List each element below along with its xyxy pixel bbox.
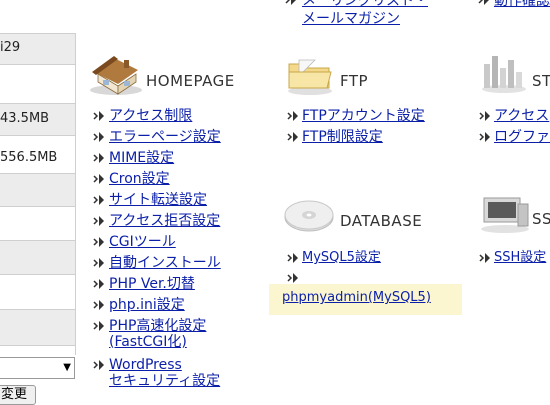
mail-list-link[interactable]: メーリングリスト・: [302, 0, 428, 9]
bullet-icon: [93, 320, 105, 332]
ftp-account-link[interactable]: FTPアカウント設定: [302, 108, 425, 124]
access-deny-link[interactable]: アクセス拒否設定: [109, 213, 220, 229]
bullet-icon: [287, 272, 299, 284]
access-stats-link[interactable]: アクセス: [494, 108, 549, 124]
php-version-link[interactable]: PHP Ver.切替: [109, 276, 195, 292]
homepage-section-title: HOMEPAGE: [146, 72, 235, 90]
monitor-icon: [478, 190, 532, 238]
panel-row: [0, 206, 75, 241]
database-section-title: DATABASE: [340, 212, 423, 230]
bullet-icon: [93, 236, 105, 248]
php-fastcgi-link-2[interactable]: (FastCGI化): [109, 334, 187, 350]
panel-value: 556.5MB: [0, 150, 58, 165]
ftp-restrict-link[interactable]: FTP制限設定: [302, 129, 383, 145]
bullet-icon: [478, 0, 490, 6]
php-fastcgi-link[interactable]: PHP高速化設定: [109, 318, 206, 334]
bullet-icon: [287, 110, 299, 122]
bullet-icon: [93, 359, 105, 371]
site-forward-link[interactable]: サイト転送設定: [109, 192, 207, 208]
bullet-icon: [287, 252, 299, 264]
ssh-settings-link[interactable]: SSH設定: [494, 250, 546, 266]
panel-border: [75, 33, 76, 355]
php-ini-link[interactable]: php.ini設定: [109, 297, 185, 313]
access-restrict-link[interactable]: アクセス制限: [109, 108, 192, 124]
bullet-icon: [287, 131, 299, 143]
operation-check-link[interactable]: 動作確認: [494, 0, 550, 9]
bullet-icon: [93, 152, 105, 164]
bullet-icon: [285, 0, 297, 6]
database-disc-icon: [283, 195, 335, 239]
bullet-icon: [479, 110, 491, 122]
phpmyadmin-link[interactable]: phpmyadmin(MySQL5): [282, 290, 431, 306]
stats-section-title: ST: [532, 72, 550, 90]
panel-row: [0, 274, 75, 310]
mime-link[interactable]: MIME設定: [109, 150, 174, 166]
server-select[interactable]: ▼: [0, 357, 75, 379]
panel-value: 43.5MB: [0, 111, 50, 126]
ftp-section-title: FTP: [340, 72, 369, 90]
panel-row: [0, 64, 75, 104]
folder-icon: [285, 50, 335, 100]
bar-chart-icon: [480, 50, 528, 98]
wordpress-security-link[interactable]: WordPress: [109, 357, 182, 373]
error-page-link[interactable]: エラーページ設定: [109, 129, 221, 145]
bullet-icon: [479, 131, 491, 143]
wordpress-security-link-2[interactable]: セキュリティ設定: [109, 373, 220, 389]
auto-install-link[interactable]: 自動インストール: [109, 255, 221, 271]
bullet-icon: [93, 173, 105, 185]
bullet-icon: [479, 252, 491, 264]
panel-row: [0, 240, 75, 275]
cgi-tools-link[interactable]: CGIツール: [109, 234, 176, 250]
panel-value: i29: [0, 40, 21, 55]
bullet-icon: [93, 194, 105, 206]
bullet-icon: [93, 110, 105, 122]
panel-row: [0, 309, 75, 346]
panel-row: [0, 345, 75, 347]
change-button[interactable]: 変更: [0, 385, 36, 405]
chevron-down-icon: ▼: [63, 362, 71, 373]
log-file-link[interactable]: ログファ: [494, 129, 550, 145]
bullet-icon: [93, 131, 105, 143]
bullet-icon: [93, 215, 105, 227]
bullet-icon: [93, 278, 105, 290]
cron-link[interactable]: Cron設定: [109, 171, 170, 187]
house-icon: [88, 50, 144, 100]
mysql5-settings-link[interactable]: MySQL5設定: [302, 250, 381, 266]
panel-row: [0, 173, 75, 207]
bullet-icon: [93, 299, 105, 311]
bullet-icon: [93, 257, 105, 269]
mail-magazine-link[interactable]: メールマガジン: [302, 11, 400, 27]
ssh-section-title: SS: [532, 210, 550, 228]
